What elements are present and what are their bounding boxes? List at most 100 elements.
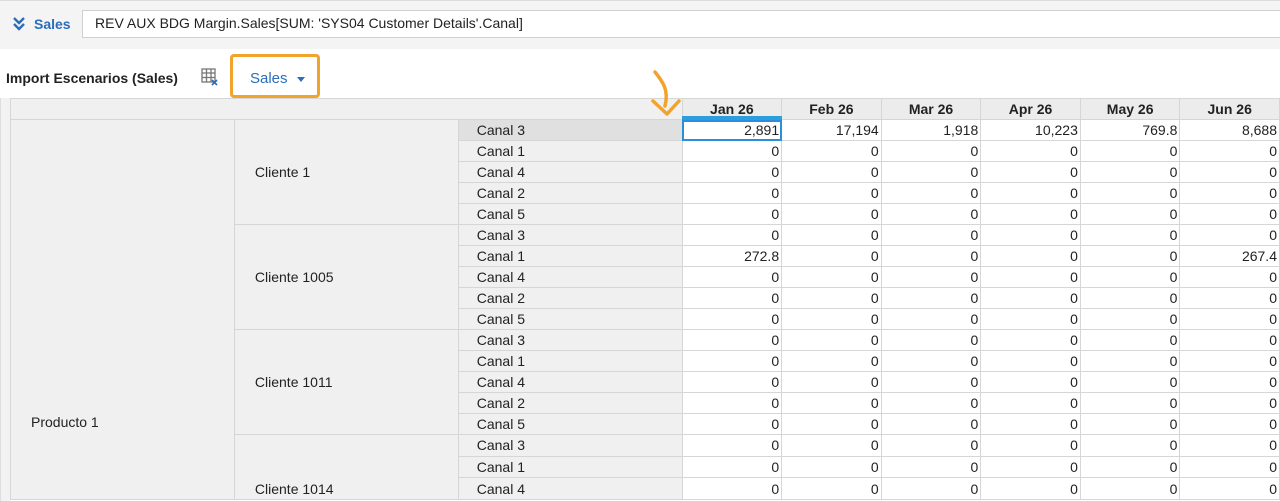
value-cell[interactable]: 0 [880, 245, 982, 267]
value-cell[interactable]: 0 [681, 161, 783, 183]
canal-header[interactable]: Canal 3 [457, 119, 683, 141]
column-header[interactable]: Apr 26 [980, 98, 1081, 120]
value-cell[interactable]: 0 [781, 287, 882, 309]
canal-header[interactable]: Canal 3 [457, 434, 683, 457]
value-cell[interactable]: 0 [781, 477, 882, 500]
value-cell[interactable]: 0 [980, 245, 1081, 267]
value-cell[interactable]: 0 [1179, 434, 1280, 457]
value-cell[interactable]: 0 [880, 329, 982, 351]
value-cell[interactable]: 0 [880, 477, 982, 500]
canal-header[interactable]: Canal 5 [457, 413, 683, 435]
value-cell[interactable]: 0 [681, 266, 783, 288]
value-cell[interactable]: 0 [1179, 455, 1280, 479]
value-cell[interactable]: 8,688 [1179, 119, 1280, 141]
value-cell[interactable]: 17,194 [781, 119, 882, 141]
value-cell[interactable]: 0 [681, 140, 783, 162]
value-cell[interactable]: 0 [781, 203, 882, 225]
value-cell[interactable]: 0 [1079, 455, 1181, 479]
value-cell[interactable]: 0 [880, 287, 982, 309]
value-cell[interactable]: 0 [980, 329, 1081, 351]
value-cell[interactable]: 0 [980, 434, 1081, 457]
value-cell[interactable]: 0 [781, 245, 882, 267]
value-cell[interactable]: 0 [781, 455, 882, 479]
column-header[interactable]: Feb 26 [781, 98, 882, 120]
canal-header[interactable]: Canal 4 [457, 477, 683, 500]
column-header[interactable]: Jun 26 [1179, 98, 1280, 120]
value-cell[interactable]: 0 [681, 287, 783, 309]
value-cell[interactable]: 0 [980, 287, 1081, 309]
value-cell[interactable]: 0 [681, 455, 783, 479]
value-cell[interactable]: 0 [1179, 477, 1280, 500]
client-header[interactable]: Cliente 1011 [233, 329, 459, 435]
value-cell[interactable]: 0 [880, 161, 982, 183]
value-cell[interactable]: 0 [781, 350, 882, 372]
value-cell[interactable]: 0 [1179, 308, 1280, 330]
value-cell[interactable]: 0 [681, 371, 783, 393]
active-cell[interactable]: 2,891 [681, 119, 783, 141]
value-cell[interactable]: 0 [781, 224, 882, 246]
value-cell[interactable]: 0 [980, 224, 1081, 246]
value-cell[interactable]: 0 [1079, 224, 1181, 246]
value-cell[interactable]: 0 [1079, 477, 1181, 500]
canal-header[interactable]: Canal 3 [457, 329, 683, 351]
value-cell[interactable]: 0 [1179, 224, 1280, 246]
product-header[interactable]: Producto 1 [10, 119, 235, 500]
value-cell[interactable]: 0 [1179, 371, 1280, 393]
value-cell[interactable]: 0 [980, 182, 1081, 204]
value-cell[interactable]: 0 [1079, 245, 1181, 267]
value-cell[interactable]: 0 [1079, 140, 1181, 162]
value-cell[interactable]: 0 [1079, 371, 1181, 393]
value-cell[interactable]: 0 [880, 140, 982, 162]
value-cell[interactable]: 0 [1079, 308, 1181, 330]
value-cell[interactable]: 0 [1079, 266, 1181, 288]
value-cell[interactable]: 0 [880, 371, 982, 393]
value-cell[interactable]: 0 [681, 224, 783, 246]
value-cell[interactable]: 0 [781, 266, 882, 288]
value-cell[interactable]: 0 [1179, 161, 1280, 183]
value-cell[interactable]: 0 [880, 182, 982, 204]
double-chevron-down-icon[interactable] [12, 15, 26, 36]
value-cell[interactable]: 272.8 [681, 245, 783, 267]
client-header[interactable]: Cliente 1005 [233, 224, 459, 330]
value-cell[interactable]: 0 [781, 392, 882, 414]
value-cell[interactable]: 0 [781, 182, 882, 204]
value-cell[interactable]: 0 [681, 477, 783, 500]
canal-header[interactable]: Canal 3 [457, 224, 683, 246]
canal-header[interactable]: Canal 5 [457, 308, 683, 330]
value-cell[interactable]: 0 [1179, 266, 1280, 288]
value-cell[interactable]: 0 [880, 308, 982, 330]
value-cell[interactable]: 1,918 [880, 119, 982, 141]
value-cell[interactable]: 0 [1179, 329, 1280, 351]
scenario-dropdown[interactable]: Sales [230, 54, 320, 98]
table-settings-icon[interactable] [201, 68, 219, 86]
value-cell[interactable]: 0 [1079, 392, 1181, 414]
value-cell[interactable]: 0 [1179, 182, 1280, 204]
canal-header[interactable]: Canal 2 [457, 392, 683, 414]
value-cell[interactable]: 0 [781, 413, 882, 435]
value-cell[interactable]: 0 [1079, 161, 1181, 183]
value-cell[interactable]: 0 [1179, 140, 1280, 162]
client-header[interactable]: Cliente 1 [233, 119, 459, 225]
value-cell[interactable]: 0 [880, 266, 982, 288]
value-cell[interactable]: 0 [781, 371, 882, 393]
value-cell[interactable]: 0 [1079, 350, 1181, 372]
value-cell[interactable]: 0 [681, 308, 783, 330]
value-cell[interactable]: 0 [681, 182, 783, 204]
value-cell[interactable]: 0 [781, 161, 882, 183]
value-cell[interactable]: 0 [980, 392, 1081, 414]
value-cell[interactable]: 0 [1179, 203, 1280, 225]
value-cell[interactable]: 0 [681, 329, 783, 351]
canal-header[interactable]: Canal 1 [457, 455, 683, 479]
canal-header[interactable]: Canal 1 [457, 350, 683, 372]
canal-header[interactable]: Canal 4 [457, 161, 683, 183]
value-cell[interactable]: 0 [980, 413, 1081, 435]
value-cell[interactable]: 0 [781, 329, 882, 351]
value-cell[interactable]: 0 [980, 308, 1081, 330]
value-cell[interactable]: 0 [1079, 182, 1181, 204]
canal-header[interactable]: Canal 4 [457, 266, 683, 288]
value-cell[interactable]: 0 [1179, 287, 1280, 309]
value-cell[interactable]: 0 [880, 455, 982, 479]
column-header[interactable]: Jan 26 [681, 98, 783, 120]
value-cell[interactable]: 0 [681, 413, 783, 435]
value-cell[interactable]: 0 [880, 392, 982, 414]
